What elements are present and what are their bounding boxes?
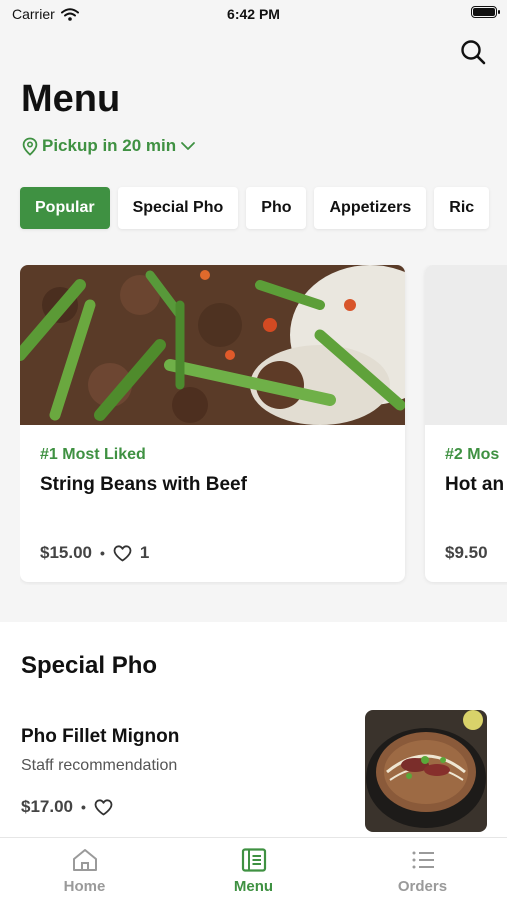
featured-card[interactable]: #2 Mos Hot an $9.50 [425,265,507,582]
card-price: $15.00 [40,543,92,562]
search-button[interactable] [459,38,487,66]
featured-carousel[interactable]: #1 Most Liked String Beans with Beef $15… [20,265,507,585]
separator-dot: • [81,799,86,815]
card-meta: $9.50 [445,543,488,563]
tab-label: Home [63,878,106,895]
pickup-selector[interactable]: Pickup in 20 min [22,136,196,156]
card-dish-name: String Beans with Beef [40,474,247,495]
heart-icon[interactable] [113,544,132,562]
category-chip-special-pho[interactable]: Special Pho [117,187,239,229]
card-rank-label: #1 Most Liked [40,446,146,463]
tab-label: Orders [397,878,448,895]
page-title: Menu [21,78,121,120]
special-pho-section: Special Pho Pho Fillet Mignon Staff reco… [0,622,507,838]
tab-menu[interactable]: Menu [169,838,338,901]
item-price: $17.00 [21,797,73,816]
tab-home[interactable]: Home [0,838,169,901]
heart-icon[interactable] [94,798,113,816]
category-chips: Popular Special Pho Pho Appetizers Ric [20,187,497,231]
search-icon [461,40,486,65]
dish-image [365,710,487,832]
menu-book-icon [241,848,266,872]
card-rank-label: #2 Mos [445,446,500,463]
status-time: 6:42 PM [227,6,280,22]
category-chip-pho[interactable]: Pho [246,187,307,229]
dish-image [20,265,405,425]
location-pin-icon [22,137,38,156]
category-chip-rice[interactable]: Ric [434,187,490,229]
item-name: Pho Fillet Mignon [21,726,180,747]
section-title: Special Pho [21,652,158,679]
card-price: $9.50 [445,543,488,562]
status-bar: Carrier 6:42 PM [0,0,507,28]
separator-dot: • [100,545,105,561]
battery-icon [471,6,500,18]
featured-card[interactable]: #1 Most Liked String Beans with Beef $15… [20,265,405,582]
item-meta: $17.00 • [21,797,113,817]
card-meta: $15.00 • 1 [40,543,149,563]
list-icon [412,851,434,869]
tab-orders[interactable]: Orders [338,838,507,901]
category-chip-popular[interactable]: Popular [20,187,110,229]
pickup-label: Pickup in 20 min [42,136,177,155]
tab-label: Menu [233,878,274,895]
chevron-down-icon [181,142,196,150]
category-chip-appetizers[interactable]: Appetizers [314,187,427,229]
dish-image [425,265,507,425]
home-icon [72,849,97,871]
tab-bar: Home Menu Orders [0,837,507,901]
like-count: 1 [139,543,150,562]
item-description: Staff recommendation [21,757,178,774]
card-dish-name: Hot an [445,474,505,495]
